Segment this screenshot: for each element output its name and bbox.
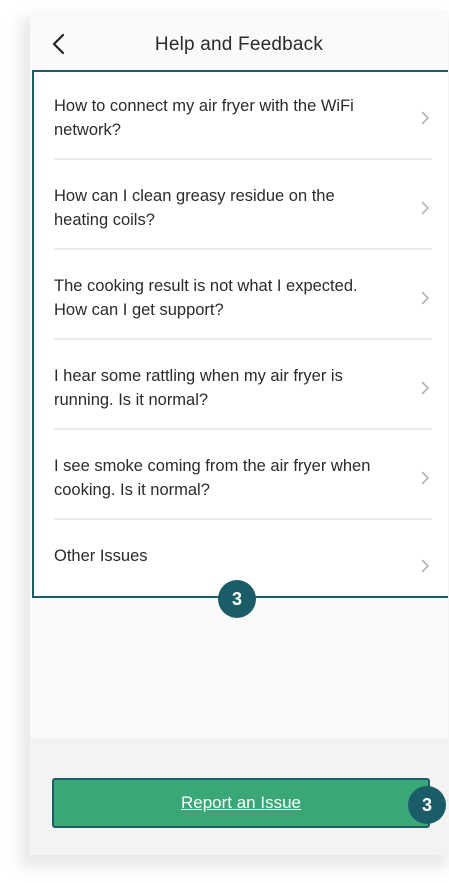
callout-badge-list: 3 xyxy=(218,580,256,618)
faq-question-line: Other Issues xyxy=(54,547,148,565)
chevron-right-icon xyxy=(421,471,430,485)
faq-question-line: running. Is it normal? xyxy=(54,391,209,409)
chevron-right-icon xyxy=(421,111,430,125)
top-bar: Help and Feedback xyxy=(30,10,448,74)
faq-item-rattling[interactable]: I hear some rattling when my air fryer i… xyxy=(34,364,448,434)
report-issue-label: Report an Issue xyxy=(180,793,301,812)
faq-question-line: heating coils? xyxy=(54,211,155,229)
screenshot-stage: Help and Feedback How to connect my air … xyxy=(0,0,449,883)
page-title: Help and Feedback xyxy=(154,34,324,55)
chevron-right-icon xyxy=(421,559,430,573)
faq-question-line: How can I get support? xyxy=(54,301,224,319)
divider xyxy=(54,248,432,250)
faq-question: I see smoke coming from the air fryer wh… xyxy=(54,454,394,502)
faq-question-line: network? xyxy=(54,121,121,139)
divider xyxy=(54,158,432,160)
faq-question-line: I hear some rattling when my air fryer i… xyxy=(54,367,343,385)
faq-question-line: The cooking result is not what I expecte… xyxy=(54,277,358,295)
faq-question-line: How to connect my air fryer with the WiF… xyxy=(54,97,354,115)
faq-item-wifi[interactable]: How to connect my air fryer with the WiF… xyxy=(34,94,448,164)
faq-list: How to connect my air fryer with the WiF… xyxy=(32,70,448,598)
faq-question: How can I clean greasy residue on the he… xyxy=(54,184,394,232)
faq-question-line: cooking. Is it normal? xyxy=(54,481,210,499)
report-issue-button[interactable]: Report an Issue xyxy=(52,778,430,828)
divider xyxy=(54,428,432,430)
faq-question-line: I see smoke coming from the air fryer wh… xyxy=(54,457,371,475)
chevron-right-icon xyxy=(421,291,430,305)
faq-question-line: How can I clean greasy residue on the xyxy=(54,187,335,205)
faq-item-cooking-result[interactable]: The cooking result is not what I expecte… xyxy=(34,274,448,344)
faq-question: I hear some rattling when my air fryer i… xyxy=(54,364,394,412)
faq-item-smoke[interactable]: I see smoke coming from the air fryer wh… xyxy=(34,454,448,524)
chevron-right-icon xyxy=(421,381,430,395)
faq-item-clean-coils[interactable]: How can I clean greasy residue on the he… xyxy=(34,184,448,254)
callout-badge-button: 3 xyxy=(408,786,446,824)
divider xyxy=(54,338,432,340)
app-screen: Help and Feedback How to connect my air … xyxy=(30,10,448,855)
faq-question: The cooking result is not what I expecte… xyxy=(54,274,394,322)
faq-question: How to connect my air fryer with the WiF… xyxy=(54,94,394,142)
faq-question: Other Issues xyxy=(54,544,394,568)
chevron-right-icon xyxy=(421,201,430,215)
divider xyxy=(54,518,432,520)
